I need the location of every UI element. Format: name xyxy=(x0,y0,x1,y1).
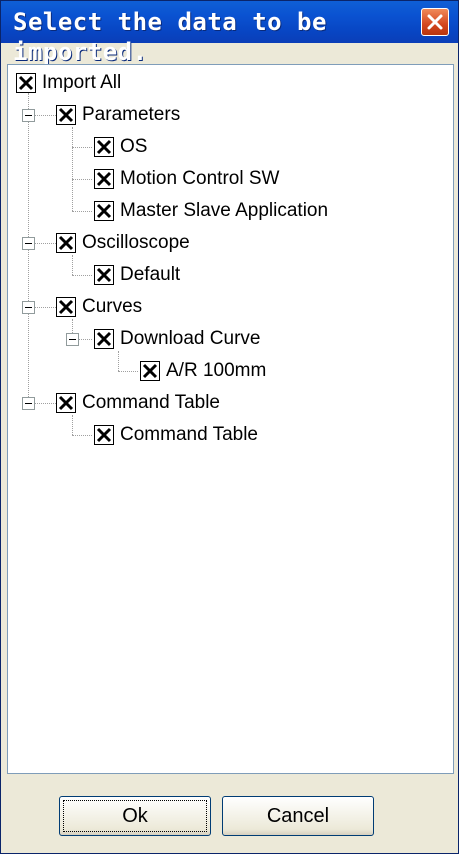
oscilloscope-label: Oscilloscope xyxy=(82,232,190,253)
button-bar: Ok Cancel xyxy=(1,774,458,853)
import-dialog: Select the data to be imported. Import A… xyxy=(0,0,459,854)
ar-100mm-label: A/R 100mm xyxy=(166,360,267,381)
check-x-icon xyxy=(58,395,74,411)
tree-node-master-slave-application[interactable]: Master Slave Application xyxy=(94,197,328,225)
download-curve-collapse-toggle[interactable] xyxy=(66,333,79,346)
tree-connector xyxy=(118,371,138,372)
ok-button[interactable]: Ok xyxy=(59,796,211,836)
master-slave-application-checkbox[interactable] xyxy=(94,201,114,221)
curves-checkbox[interactable] xyxy=(56,297,76,317)
tree-connector xyxy=(34,307,56,308)
check-x-icon xyxy=(58,235,74,251)
tree-connector xyxy=(72,275,92,276)
import-all-label: Import All xyxy=(42,72,122,93)
command-table-child-checkbox[interactable] xyxy=(94,425,114,445)
check-x-icon xyxy=(58,107,74,123)
os-label: OS xyxy=(120,136,148,157)
default-label: Default xyxy=(120,264,181,285)
tree-connector xyxy=(72,415,73,435)
check-x-icon xyxy=(96,139,112,155)
close-button[interactable] xyxy=(421,8,449,36)
check-x-icon xyxy=(96,267,112,283)
tree-node-default[interactable]: Default xyxy=(94,261,180,289)
tree-connector xyxy=(72,211,92,212)
dialog-title: Select the data to be imported. xyxy=(13,8,327,66)
oscilloscope-collapse-toggle[interactable] xyxy=(22,237,35,250)
check-x-icon xyxy=(96,171,112,187)
tree-connector xyxy=(72,255,73,275)
download-curve-checkbox[interactable] xyxy=(94,329,114,349)
tree-node-oscilloscope[interactable]: Oscilloscope xyxy=(56,229,190,257)
check-x-icon xyxy=(96,331,112,347)
tree-connector xyxy=(72,127,73,211)
curves-collapse-toggle[interactable] xyxy=(22,301,35,314)
tree-connector xyxy=(72,179,92,180)
oscilloscope-checkbox[interactable] xyxy=(56,233,76,253)
download-curve-label: Download Curve xyxy=(120,328,261,349)
ar-100mm-checkbox[interactable] xyxy=(140,361,160,381)
import-all-checkbox[interactable] xyxy=(16,73,36,93)
check-x-icon xyxy=(96,427,112,443)
tree-connector xyxy=(72,435,92,436)
tree-node-import-all[interactable]: Import All xyxy=(16,69,121,97)
motion-control-sw-label: Motion Control SW xyxy=(120,168,280,189)
tree-node-motion-control-sw[interactable]: Motion Control SW xyxy=(94,165,279,193)
tree-node-parameters[interactable]: Parameters xyxy=(56,101,180,129)
check-x-icon xyxy=(142,363,158,379)
tree-connector xyxy=(118,351,119,371)
os-checkbox[interactable] xyxy=(94,137,114,157)
parameters-label: Parameters xyxy=(82,104,181,125)
command-table-checkbox[interactable] xyxy=(56,393,76,413)
tree-node-curves[interactable]: Curves xyxy=(56,293,142,321)
curves-label: Curves xyxy=(82,296,143,317)
data-tree[interactable]: Import All Parameters OS Motion Control … xyxy=(7,64,454,774)
master-slave-application-label: Master Slave Application xyxy=(120,200,329,221)
tree-node-download-curve[interactable]: Download Curve xyxy=(94,325,260,353)
command-table-collapse-toggle[interactable] xyxy=(22,397,35,410)
motion-control-sw-checkbox[interactable] xyxy=(94,169,114,189)
cancel-button[interactable]: Cancel xyxy=(222,796,374,836)
check-x-icon xyxy=(18,75,34,91)
tree-node-command-table-child[interactable]: Command Table xyxy=(94,421,258,449)
default-checkbox[interactable] xyxy=(94,265,114,285)
tree-connector xyxy=(72,147,92,148)
parameters-checkbox[interactable] xyxy=(56,105,76,125)
tree-node-ar-100mm[interactable]: A/R 100mm xyxy=(140,357,266,385)
tree-node-os[interactable]: OS xyxy=(94,133,147,161)
check-x-icon xyxy=(58,299,74,315)
tree-connector xyxy=(34,243,56,244)
parameters-collapse-toggle[interactable] xyxy=(22,109,35,122)
title-bar[interactable]: Select the data to be imported. xyxy=(1,1,458,66)
command-table-label: Command Table xyxy=(82,392,221,413)
close-icon xyxy=(427,14,443,30)
tree-connector xyxy=(34,115,56,116)
tree-connector xyxy=(34,403,56,404)
check-x-icon xyxy=(96,203,112,219)
command-table-child-label: Command Table xyxy=(120,424,259,445)
tree-node-command-table[interactable]: Command Table xyxy=(56,389,220,417)
tree-connector xyxy=(78,339,92,340)
